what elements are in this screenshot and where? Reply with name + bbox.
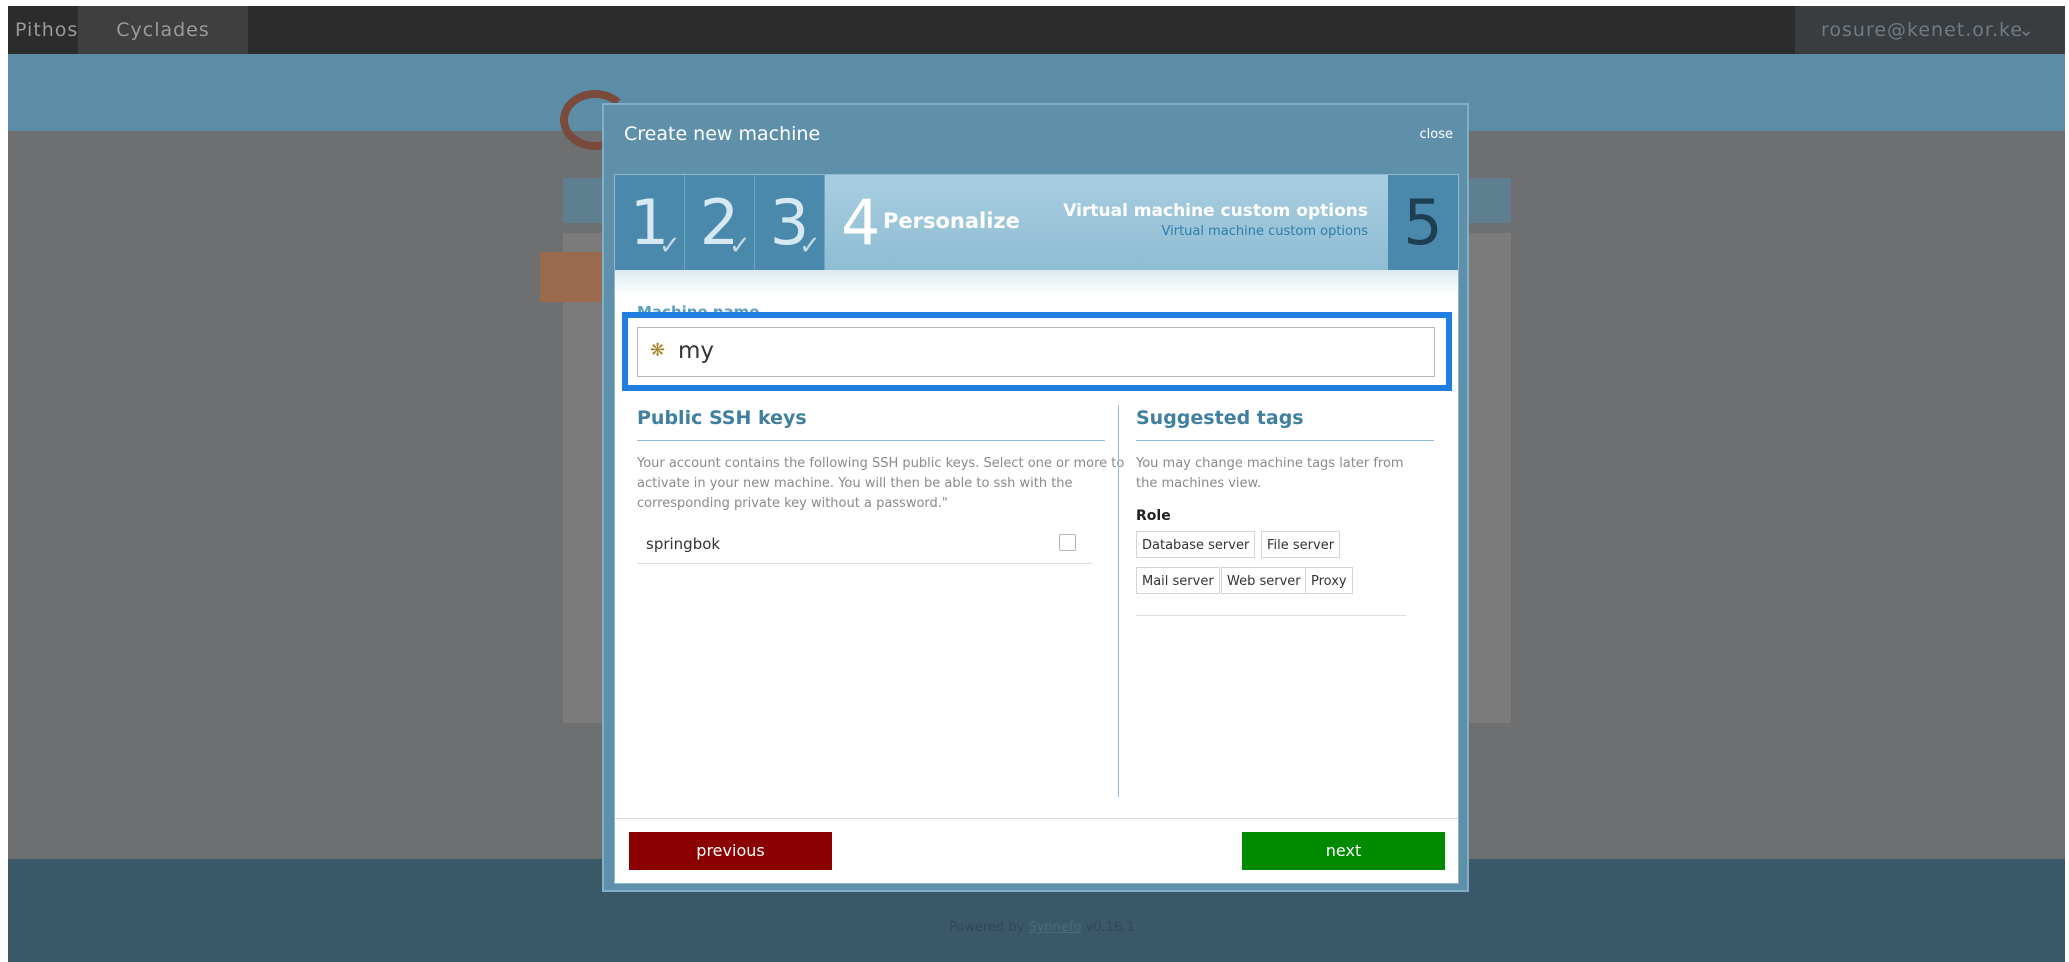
- modal-title: Create new machine: [624, 123, 821, 145]
- chevron-down-icon: ⌄: [2018, 19, 2035, 41]
- machine-name-value: my: [678, 338, 715, 364]
- modal-body: 1 ✓ 2 ✓ 3 ✓ 4 Personalize Virtual machin…: [614, 174, 1459, 884]
- tag-web-server[interactable]: Web server: [1221, 567, 1307, 594]
- steps-shadow: [615, 270, 1458, 294]
- step-4-active: 4 Personalize Virtual machine custom opt…: [825, 175, 1388, 270]
- puzzle-icon: ❋: [650, 340, 666, 361]
- modal-footer-rule: [615, 818, 1458, 819]
- ssh-key-row[interactable]: springbok: [637, 527, 1092, 564]
- next-button[interactable]: next: [1242, 832, 1445, 870]
- tag-proxy[interactable]: Proxy: [1305, 567, 1353, 594]
- nav-pithos[interactable]: Pithos: [15, 6, 78, 54]
- ssh-keys-heading: Public SSH keys: [637, 407, 807, 429]
- tag-database-server[interactable]: Database server: [1136, 531, 1256, 558]
- footer-version: v0.16.1: [1081, 920, 1135, 935]
- tag-file-server[interactable]: File server: [1261, 531, 1341, 558]
- step-4-number: 4: [841, 186, 881, 259]
- machine-name-input[interactable]: ❋ my: [637, 327, 1435, 377]
- nav-cyclades[interactable]: Cyclades: [78, 6, 248, 54]
- tag-mail-server[interactable]: Mail server: [1136, 567, 1220, 594]
- step-2[interactable]: 2 ✓: [685, 175, 755, 270]
- ssh-keys-description: Your account contains the following SSH …: [637, 456, 1125, 511]
- footer-powered-by: Powered by Synnefo v0.16.1: [949, 920, 1135, 935]
- tags-bottom-rule: [1136, 615, 1406, 616]
- user-email: rosure@kenet.or.ke: [1821, 19, 2024, 41]
- footer-link[interactable]: Synnefo: [1028, 920, 1081, 935]
- role-label: Role: [1136, 508, 1171, 524]
- step-4-title: Virtual machine custom options: [1063, 201, 1368, 221]
- column-divider: [1118, 405, 1119, 797]
- top-navigation-bar: Pithos Cyclades rosure@kenet.or.ke ⌄: [8, 6, 2065, 54]
- step-4-label: Personalize: [883, 209, 1020, 233]
- modal-close-button[interactable]: close: [1420, 127, 1453, 142]
- suggested-tags-description: You may change machine tags later from t…: [1136, 456, 1404, 491]
- step-1[interactable]: 1 ✓: [615, 175, 685, 270]
- ssh-key-checkbox[interactable]: [1059, 534, 1076, 551]
- step-5: 5: [1388, 175, 1458, 270]
- footer-prefix: Powered by: [949, 920, 1029, 935]
- wizard-steps: 1 ✓ 2 ✓ 3 ✓ 4 Personalize Virtual machin…: [615, 175, 1458, 270]
- create-machine-modal: Create new machine close 1 ✓ 2 ✓ 3 ✓ 4 P…: [602, 103, 1469, 892]
- step-3[interactable]: 3 ✓: [755, 175, 825, 270]
- ssh-key-name: springbok: [646, 535, 721, 553]
- background-create-button: [540, 252, 610, 302]
- previous-button[interactable]: previous: [629, 832, 832, 870]
- user-menu[interactable]: rosure@kenet.or.ke ⌄: [1795, 6, 2065, 54]
- suggested-tags-rule: [1136, 440, 1434, 441]
- suggested-tags-heading: Suggested tags: [1136, 407, 1304, 429]
- ssh-keys-rule: [637, 440, 1105, 441]
- step-4-subtitle: Virtual machine custom options: [1161, 224, 1369, 239]
